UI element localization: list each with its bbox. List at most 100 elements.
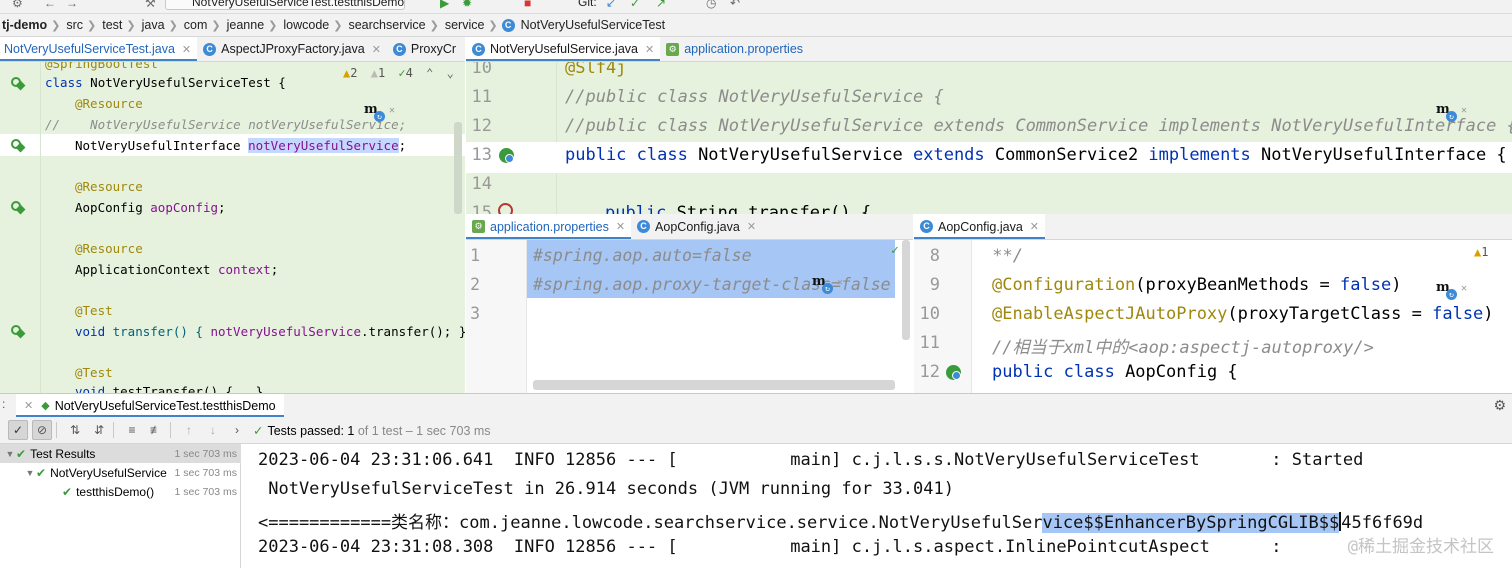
collapse-all-icon: ≢: [150, 423, 162, 437]
tab-notveryusefulservicetest[interactable]: NotVeryUsefulServiceTest.java ✕: [0, 37, 198, 61]
build-icon[interactable]: ⚙: [12, 0, 23, 10]
scrollbar-thumb[interactable]: [902, 240, 910, 340]
maven-reload-icon[interactable]: m ↻ ✕: [364, 102, 398, 124]
breadcrumb-item-class[interactable]: NotVeryUsefulServiceTest: [519, 18, 668, 32]
inspection-widget[interactable]: ▲1: [1474, 245, 1488, 259]
aopconfig-editor[interactable]: 8 9 10 11 12 **/ @Configuration(proxyBea…: [914, 240, 1512, 393]
class-icon: C: [203, 42, 217, 56]
service-editor-tabs: C NotVeryUsefulService.java ✕ ⚙ applicat…: [466, 37, 1512, 62]
close-icon[interactable]: ✕: [372, 43, 381, 56]
chevron-down-icon[interactable]: ▼: [24, 468, 36, 478]
forward-icon[interactable]: →: [66, 0, 78, 10]
stop-icon[interactable]: ■: [524, 0, 531, 10]
inspection-widget[interactable]: ▲2 ▲1 ✓4 ⌃ ⌄: [343, 66, 454, 80]
sort-alpha-button[interactable]: ⇅: [65, 420, 85, 440]
bean-navigate-icon[interactable]: [10, 137, 26, 153]
tab-aopconfig[interactable]: C AopConfig.java ✕: [631, 214, 762, 239]
tree-item-test-class[interactable]: ▼ ✔ NotVeryUsefulService 1 sec 703 ms: [0, 463, 241, 482]
chevron-down-icon[interactable]: ⌄: [447, 66, 454, 80]
breadcrumb-item-com[interactable]: com: [182, 18, 210, 32]
run-icon[interactable]: ▶: [440, 0, 449, 10]
class-icon: C: [637, 220, 651, 233]
bean-class-icon[interactable]: [499, 148, 514, 163]
run-tab[interactable]: ✕ ◆ NotVeryUsefulServiceTest.testthisDem…: [16, 393, 284, 418]
rollback-icon[interactable]: ↶: [730, 0, 740, 10]
close-icon[interactable]: ✕: [645, 43, 654, 56]
breadcrumb-item-test[interactable]: test: [100, 18, 124, 32]
properties-editor[interactable]: 1 2 3 #spring.aop.auto=false #spring.aop…: [466, 240, 913, 393]
main-toolbar: ⚙ ← → ⚒ NotVeryUsefulServiceTest.testthi…: [0, 0, 1512, 14]
code-line: //public class NotVeryUsefulService exte…: [565, 116, 1512, 136]
method-override-icon[interactable]: [498, 203, 513, 214]
tab-application-properties-split[interactable]: ⚙ application.properties ✕: [466, 214, 632, 239]
chevron-up-icon[interactable]: ⌃: [426, 66, 433, 80]
chevron-down-icon[interactable]: ▼: [4, 449, 16, 459]
expand-all-icon: ≡: [128, 423, 136, 437]
chevron-right-icon: ❯: [488, 19, 498, 32]
run-label-fragment: :: [2, 397, 6, 411]
maven-reload-icon[interactable]: m ↻ ✕: [812, 274, 846, 296]
show-ignored-button[interactable]: ⊘: [32, 420, 52, 440]
close-icon[interactable]: ✕: [616, 220, 625, 233]
tab-proxycreator[interactable]: C ProxyCr: [387, 37, 462, 61]
test-editor[interactable]: @SpringBootTest class NotVeryUsefulServi…: [0, 62, 465, 393]
maven-reload-icon[interactable]: m ↻ ✕: [1436, 102, 1470, 124]
test-results-tree[interactable]: ▼ ✔ Test Results 1 sec 703 ms ▼ ✔ NotVer…: [0, 444, 241, 568]
history-icon[interactable]: ◷: [706, 0, 716, 10]
breadcrumb-item-src[interactable]: src: [64, 18, 85, 32]
aopconfig-editor-tabs: C AopConfig.java ✕: [914, 214, 1512, 240]
code-line: AopConfig aopConfig;: [75, 200, 226, 215]
tab-application-properties[interactable]: ⚙ application.properties: [660, 37, 809, 61]
breadcrumb-item-jeanne[interactable]: jeanne: [225, 18, 267, 32]
sort-alpha-icon: ⇅: [69, 423, 81, 437]
maven-reload-icon[interactable]: m ↻ ✕: [1436, 280, 1470, 302]
expand-all-button[interactable]: ≡: [122, 420, 142, 440]
code-line: @Resource: [75, 96, 143, 111]
tab-aspectjproxyfactory[interactable]: C AspectJProxyFactory.java ✕: [197, 37, 387, 61]
tab-aopconfig-split[interactable]: C AopConfig.java ✕: [914, 214, 1045, 239]
sort-duration-icon: ⇵: [93, 423, 105, 437]
check-icon[interactable]: ✓: [891, 243, 899, 258]
check-icon: ✓: [253, 423, 264, 438]
watermark: @稀土掘金技术社区: [1347, 537, 1494, 557]
horizontal-scrollbar-thumb[interactable]: [533, 380, 895, 390]
collapse-all-button[interactable]: ≢: [146, 420, 166, 440]
debug-icon[interactable]: ✹: [462, 0, 472, 10]
back-icon[interactable]: ←: [44, 0, 56, 10]
gear-icon[interactable]: ⚙: [1493, 397, 1506, 414]
breadcrumb-item-project[interactable]: tj-demo: [0, 18, 49, 32]
close-icon[interactable]: ✕: [24, 399, 33, 412]
code-line: class NotVeryUsefulServiceTest {: [45, 75, 286, 90]
class-icon: C: [501, 18, 515, 32]
scrollbar-thumb[interactable]: [454, 122, 462, 214]
close-icon[interactable]: ✕: [747, 220, 756, 233]
git-push-icon[interactable]: ↗: [656, 0, 666, 10]
sort-duration-button[interactable]: ⇵: [89, 420, 109, 440]
run-test-class-icon[interactable]: [10, 75, 26, 91]
close-icon[interactable]: ✕: [1030, 220, 1039, 233]
breadcrumb-item-lowcode[interactable]: lowcode: [281, 18, 331, 32]
test-passed-icon: ◆: [41, 400, 50, 412]
git-commit-icon[interactable]: ✓: [630, 0, 640, 10]
console-output[interactable]: 2023-06-04 23:31:06.641 INFO 12856 --- […: [242, 444, 1512, 568]
run-config-selector[interactable]: NotVeryUsefulServiceTest.testthisDemo: [165, 0, 405, 10]
previous-failed-button[interactable]: ↑: [179, 420, 199, 440]
breadcrumb-item-searchservice[interactable]: searchservice: [346, 18, 427, 32]
service-editor[interactable]: 10 11 12 13 14 15 @Slf4j //public class …: [466, 62, 1512, 214]
git-update-icon[interactable]: ↙: [606, 0, 616, 10]
more-button[interactable]: ›: [227, 420, 247, 440]
tree-item-test-results[interactable]: ▼ ✔ Test Results 1 sec 703 ms: [0, 444, 241, 463]
show-passed-button[interactable]: ✓: [8, 420, 28, 440]
run-test-method-icon[interactable]: [10, 323, 26, 339]
tab-notveryusefulservice[interactable]: C NotVeryUsefulService.java ✕: [466, 37, 661, 61]
bean-class-icon[interactable]: [946, 365, 961, 380]
bean-navigate-icon[interactable]: [10, 199, 26, 215]
code-line: public class NotVeryUsefulService extend…: [565, 145, 1507, 165]
breadcrumb-item-java[interactable]: java: [140, 18, 167, 32]
left-editor-tabs: NotVeryUsefulServiceTest.java ✕ C Aspect…: [0, 37, 465, 62]
tree-item-test-method[interactable]: ✔ testthisDemo() 1 sec 703 ms: [0, 482, 241, 501]
breadcrumb-item-service[interactable]: service: [443, 18, 487, 32]
close-icon[interactable]: ✕: [182, 43, 191, 56]
hammer-icon[interactable]: ⚒: [145, 0, 156, 10]
next-failed-button[interactable]: ↓: [203, 420, 223, 440]
